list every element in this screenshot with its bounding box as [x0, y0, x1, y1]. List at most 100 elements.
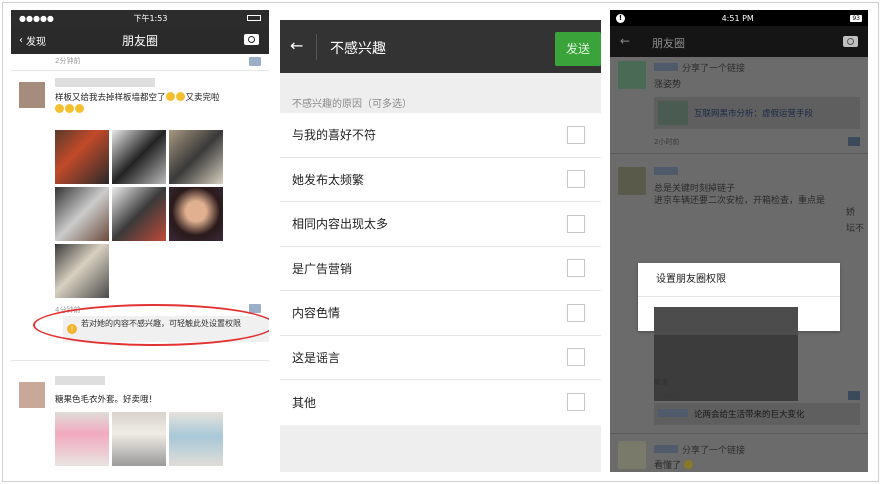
- post-time: 2小时前: [654, 392, 680, 400]
- checkbox[interactable]: [567, 214, 585, 233]
- alert-icon: !: [616, 13, 625, 23]
- carrier-signal: ●●●●●: [19, 13, 54, 23]
- avatar[interactable]: [618, 441, 646, 469]
- username-blurred[interactable]: [55, 376, 105, 385]
- share-action-text: 分享了一个链接: [682, 64, 746, 74]
- post-text-main: 看懂了: [654, 461, 682, 471]
- reason-option[interactable]: 她发布太频繁: [280, 158, 601, 202]
- avatar[interactable]: [19, 82, 45, 108]
- back-label: 发现: [26, 36, 46, 48]
- page-title: 不感兴趣: [330, 41, 386, 57]
- back-button[interactable]: ‹ 发现: [11, 33, 46, 48]
- photo-thumbnail[interactable]: [112, 412, 166, 466]
- emoji-icon: [165, 92, 175, 101]
- checkbox[interactable]: [567, 303, 585, 322]
- option-label: 与我的喜好不符: [292, 128, 377, 143]
- reason-option[interactable]: 这是谣言: [280, 336, 601, 380]
- feed-list[interactable]: 分享了一个链接 涨姿势 互联网黑市分析：虚假运营手段 2小时前 总是关键时刻掉链…: [610, 57, 868, 472]
- page-title: 朋友圈: [652, 37, 685, 50]
- photo-thumbnail[interactable]: [112, 187, 166, 241]
- camera-icon[interactable]: [843, 36, 858, 47]
- post-text-main: 样板又给我去掉样板墙都空了: [55, 93, 166, 103]
- menu-item-moments-permission[interactable]: 设置朋友圈权限: [638, 263, 840, 297]
- photo-thumbnail[interactable]: [55, 130, 109, 184]
- photo-thumbnail[interactable]: [55, 244, 109, 298]
- emoji-icon: [55, 104, 64, 113]
- status-time: 4:51 PM: [721, 13, 754, 23]
- emoji-icon: [75, 104, 84, 113]
- post-text: 看懂了: [654, 458, 694, 471]
- option-label: 相同内容出现太多: [292, 217, 389, 232]
- link-thumbnail: [658, 101, 688, 125]
- send-button[interactable]: 发送: [555, 32, 601, 66]
- link-title: 互联网黑市分析：虚假运营手段: [694, 109, 814, 119]
- comment-icon[interactable]: [848, 137, 860, 146]
- comment-icon[interactable]: [249, 57, 261, 66]
- prev-post-time: 2分钟前: [55, 57, 81, 65]
- reason-option[interactable]: 是广告营销: [280, 247, 601, 291]
- chevron-left-icon: ‹: [19, 34, 23, 46]
- post-text: 涨姿势: [654, 80, 682, 90]
- post-text: 样板又给我去掉样板墙都空了 又卖完啦: [55, 92, 265, 116]
- avatar[interactable]: [19, 382, 45, 408]
- share-action: 分享了一个链接: [654, 61, 745, 74]
- post-text-line: 娇: [846, 208, 856, 218]
- status-bar: ●●●●● 下午1:53: [11, 10, 269, 26]
- reason-option[interactable]: 内容色情: [280, 291, 601, 336]
- not-interested-screen: ← 不感兴趣 发送 不感兴趣的原因（可多选） 与我的喜好不符 她发布太频繁 相同…: [280, 10, 601, 472]
- status-bar: ! 4:51 PM 93: [610, 10, 868, 26]
- photo-thumbnail[interactable]: [169, 412, 223, 466]
- photo-thumbnail[interactable]: [169, 187, 223, 241]
- camera-icon[interactable]: [244, 34, 259, 45]
- photo-thumbnail[interactable]: [169, 130, 223, 184]
- nav-divider: [316, 34, 317, 60]
- back-arrow-icon[interactable]: ←: [620, 34, 630, 48]
- avatar[interactable]: [618, 167, 646, 195]
- emoji-icon: [683, 460, 693, 469]
- checkbox[interactable]: [567, 259, 585, 278]
- post-text: 糖果色毛衣外套。好卖哦！: [55, 395, 158, 405]
- highlight-ellipse: [33, 304, 269, 346]
- username-blurred[interactable]: [654, 167, 678, 175]
- nav-bar: ← 不感兴趣 发送: [280, 20, 601, 73]
- avatar[interactable]: [618, 61, 646, 89]
- divider: [11, 360, 269, 361]
- back-arrow-icon[interactable]: ←: [290, 36, 303, 55]
- photo-credit: 新余: [654, 378, 668, 386]
- checkbox[interactable]: [567, 348, 585, 367]
- page-title: 朋友圈: [121, 33, 158, 48]
- checkbox[interactable]: [567, 125, 585, 144]
- divider: [610, 153, 868, 154]
- moments-menu-screen: ! 4:51 PM 93 ← 朋友圈 分享了一个链接 涨姿势 互联网黑市分析：虚…: [610, 10, 868, 472]
- reason-option[interactable]: 与我的喜好不符: [280, 113, 601, 158]
- divider: [11, 70, 269, 71]
- link-card[interactable]: 论两会给生活带来的巨大变化: [654, 403, 860, 425]
- checkbox[interactable]: [567, 170, 585, 189]
- photo-thumbnail[interactable]: [55, 187, 109, 241]
- option-label: 她发布太频繁: [292, 172, 365, 187]
- link-card[interactable]: 互联网黑市分析：虚假运营手段: [654, 97, 860, 129]
- post-text-line: 进京车辆还要二次安检，开箱检查，重点是: [654, 196, 826, 206]
- reason-option[interactable]: 相同内容出现太多: [280, 202, 601, 247]
- link-source-blurred: [658, 409, 688, 417]
- section-label: 不感兴趣的原因（可多选）: [292, 99, 412, 110]
- option-label: 是广告营销: [292, 261, 353, 276]
- feed-list[interactable]: 2分钟前 样板又给我去掉样板墙都空了 又卖完啦 4分钟前 ! 若对她的内容不感兴趣…: [11, 54, 269, 472]
- post-time: 2小时前: [654, 138, 680, 146]
- status-time: 下午1:53: [133, 13, 168, 23]
- photo-thumbnail-top[interactable]: [654, 307, 798, 335]
- photo-thumbnail[interactable]: [112, 130, 166, 184]
- emoji-icon: [65, 104, 74, 113]
- checkbox[interactable]: [567, 393, 585, 412]
- comment-icon[interactable]: [848, 391, 860, 400]
- photo-thumbnail[interactable]: [55, 412, 109, 466]
- option-label: 这是谣言: [292, 350, 341, 365]
- reason-option[interactable]: 其他: [280, 380, 601, 425]
- moments-feed-screen: ●●●●● 下午1:53 ‹ 发现 朋友圈 2分钟前 样板又给我去掉样板墙都空了…: [11, 10, 269, 472]
- post-text-suffix: 又卖完啦: [185, 93, 220, 103]
- option-label: 内容色情: [292, 306, 341, 321]
- username-blurred[interactable]: [55, 78, 155, 87]
- divider: [610, 433, 868, 434]
- emoji-icon: [175, 92, 185, 101]
- nav-bar: ‹ 发现 朋友圈: [11, 26, 269, 54]
